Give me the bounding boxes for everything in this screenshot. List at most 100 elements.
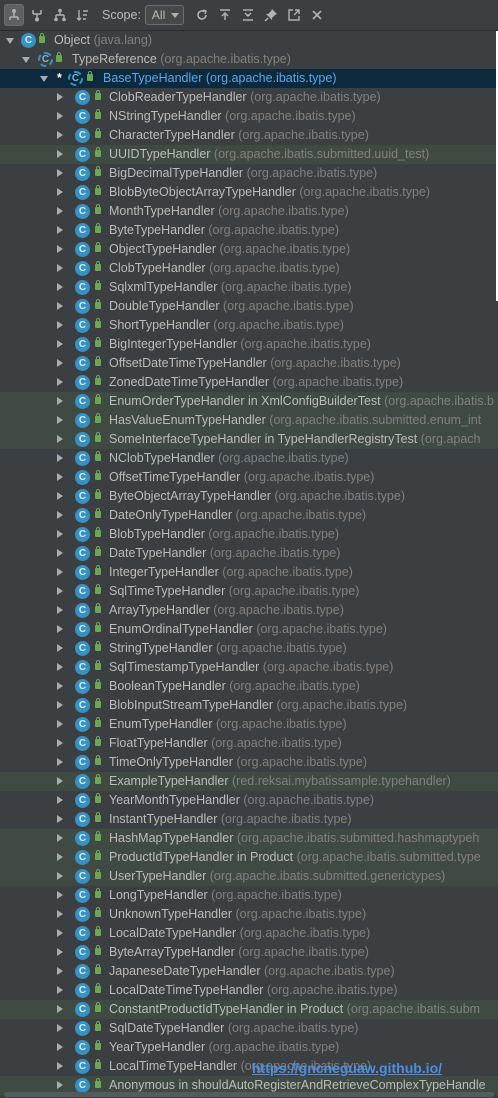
tree-row[interactable]: C ProductIdTypeHandler in Product (org.ap…	[0, 848, 498, 867]
tree-row[interactable]: C DateTypeHandler (org.apache.ibatis.type…	[0, 544, 498, 563]
expand-arrow-icon[interactable]	[57, 891, 63, 899]
tree-row[interactable]: C MonthTypeHandler (org.apache.ibatis.typ…	[0, 202, 498, 221]
expand-arrow-icon[interactable]	[57, 302, 63, 310]
close-button[interactable]	[307, 4, 327, 26]
expand-arrow-icon[interactable]	[57, 511, 63, 519]
expand-arrow-icon[interactable]	[57, 739, 63, 747]
subtypes-hierarchy-button[interactable]	[27, 4, 47, 26]
tree-row[interactable]: C DoubleTypeHandler (org.apache.ibatis.ty…	[0, 297, 498, 316]
tree-row[interactable]: C SqlTimeTypeHandler (org.apache.ibatis.t…	[0, 582, 498, 601]
tree-row[interactable]: C YearTypeHandler (org.apache.ibatis.type…	[0, 1038, 498, 1057]
tree-row[interactable]: C SomeInterfaceTypeHandler in TypeHandler…	[0, 430, 498, 449]
tree-row[interactable]: C SqlxmlTypeHandler (org.apache.ibatis.ty…	[0, 278, 498, 297]
expand-arrow-icon[interactable]	[57, 112, 63, 120]
expand-arrow-icon[interactable]	[57, 492, 63, 500]
expand-arrow-icon[interactable]	[57, 1081, 63, 1089]
expand-arrow-icon[interactable]	[57, 169, 63, 177]
expand-arrow-icon[interactable]	[57, 188, 63, 196]
tree-row[interactable]: C CharacterTypeHandler (org.apache.ibatis…	[0, 126, 498, 145]
tree-row[interactable]: C HashMapTypeHandler (org.apache.ibatis.s…	[0, 829, 498, 848]
tree-row-typereference[interactable]: C TypeReference (org.apache.ibatis.type)	[0, 50, 498, 69]
expand-arrow-icon[interactable]	[57, 701, 63, 709]
tree-row[interactable]: C LongTypeHandler (org.apache.ibatis.type…	[0, 886, 498, 905]
expand-arrow-icon[interactable]	[57, 131, 63, 139]
tree-row[interactable]: C EnumOrderTypeHandler in XmlConfigBuilde…	[0, 392, 498, 411]
collapse-all-button[interactable]	[238, 4, 258, 26]
pin-button[interactable]	[261, 4, 281, 26]
tree-row[interactable]: C BooleanTypeHandler (org.apache.ibatis.t…	[0, 677, 498, 696]
expand-arrow-icon[interactable]	[57, 606, 63, 614]
expand-arrow-icon[interactable]	[57, 264, 63, 272]
tree-row[interactable]: C BlobInputStreamTypeHandler (org.apache.…	[0, 696, 498, 715]
tree-row[interactable]: C UUIDTypeHandler (org.apache.ibatis.subm…	[0, 145, 498, 164]
autoscroll-to-source-button[interactable]	[215, 4, 235, 26]
expand-arrow-icon[interactable]	[57, 1043, 63, 1051]
expand-arrow-icon[interactable]	[57, 967, 63, 975]
tree-row[interactable]: C OffsetDateTimeTypeHandler (org.apache.i…	[0, 354, 498, 373]
tree-row[interactable]: C SqlTimestampTypeHandler (org.apache.iba…	[0, 658, 498, 677]
tree-row[interactable]: C InstantTypeHandler (org.apache.ibatis.t…	[0, 810, 498, 829]
tree-row[interactable]: C IntegerTypeHandler (org.apache.ibatis.t…	[0, 563, 498, 582]
expand-arrow-icon[interactable]	[57, 1024, 63, 1032]
tree-row[interactable]: C ByteObjectArrayTypeHandler (org.apache.…	[0, 487, 498, 506]
horizontal-scrollbar[interactable]	[4, 1092, 494, 1097]
expand-arrow-icon[interactable]	[57, 454, 63, 462]
tree-row[interactable]: C OffsetTimeTypeHandler (org.apache.ibati…	[0, 468, 498, 487]
expand-arrow-icon[interactable]	[22, 57, 30, 63]
expand-arrow-icon[interactable]	[57, 568, 63, 576]
expand-arrow-icon[interactable]	[57, 815, 63, 823]
tree-row[interactable]: C UserTypeHandler (org.apache.ibatis.subm…	[0, 867, 498, 886]
tree-row[interactable]: C EnumTypeHandler (org.apache.ibatis.type…	[0, 715, 498, 734]
open-in-editor-button[interactable]	[284, 4, 304, 26]
expand-arrow-icon[interactable]	[57, 644, 63, 652]
tree-row[interactable]: C ObjectTypeHandler (org.apache.ibatis.ty…	[0, 240, 498, 259]
expand-arrow-icon[interactable]	[40, 76, 48, 82]
expand-arrow-icon[interactable]	[57, 1005, 63, 1013]
expand-arrow-icon[interactable]	[57, 777, 63, 785]
tree-row[interactable]: C EnumOrdinalTypeHandler (org.apache.ibat…	[0, 620, 498, 639]
scope-dropdown[interactable]: All	[144, 5, 185, 25]
expand-arrow-icon[interactable]	[57, 910, 63, 918]
tree-row[interactable]: C UnknownTypeHandler (org.apache.ibatis.t…	[0, 905, 498, 924]
tree-row[interactable]: C HasValueEnumTypeHandler (org.apache.iba…	[0, 411, 498, 430]
expand-arrow-icon[interactable]	[57, 587, 63, 595]
expand-arrow-icon[interactable]	[57, 720, 63, 728]
expand-arrow-icon[interactable]	[57, 207, 63, 215]
tree-row[interactable]: C BigDecimalTypeHandler (org.apache.ibati…	[0, 164, 498, 183]
expand-arrow-icon[interactable]	[57, 340, 63, 348]
tree-row[interactable]: C BlobTypeHandler (org.apache.ibatis.type…	[0, 525, 498, 544]
expand-arrow-icon[interactable]	[57, 663, 63, 671]
expand-arrow-icon[interactable]	[57, 986, 63, 994]
supertypes-hierarchy-button[interactable]	[4, 4, 24, 26]
tree-row[interactable]: C YearMonthTypeHandler (org.apache.ibatis…	[0, 791, 498, 810]
expand-arrow-icon[interactable]	[57, 758, 63, 766]
tree-row[interactable]: C FloatTypeHandler (org.apache.ibatis.typ…	[0, 734, 498, 753]
tree-row[interactable]: C ConstantProductIdTypeHandler in Product…	[0, 1000, 498, 1019]
tree-row[interactable]: C NClobTypeHandler (org.apache.ibatis.typ…	[0, 449, 498, 468]
expand-arrow-icon[interactable]	[57, 625, 63, 633]
expand-arrow-icon[interactable]	[57, 796, 63, 804]
tree-row[interactable]: C NStringTypeHandler (org.apache.ibatis.t…	[0, 107, 498, 126]
tree-row[interactable]: C ArrayTypeHandler (org.apache.ibatis.typ…	[0, 601, 498, 620]
expand-arrow-icon[interactable]	[57, 530, 63, 538]
tree-row[interactable]: C ZonedDateTimeTypeHandler (org.apache.ib…	[0, 373, 498, 392]
tree-row[interactable]: C ClobReaderTypeHandler (org.apache.ibati…	[0, 88, 498, 107]
sort-alphabetically-button[interactable]	[73, 4, 93, 26]
tree-row[interactable]: C ClobTypeHandler (org.apache.ibatis.type…	[0, 259, 498, 278]
expand-arrow-icon[interactable]	[57, 435, 63, 443]
tree-row[interactable]: C ExampleTypeHandler (red.reksai.mybatiss…	[0, 772, 498, 791]
tree-row[interactable]: C DateOnlyTypeHandler (org.apache.ibatis.…	[0, 506, 498, 525]
tree-row[interactable]: C ByteTypeHandler (org.apache.ibatis.type…	[0, 221, 498, 240]
expand-arrow-icon[interactable]	[57, 93, 63, 101]
expand-arrow-icon[interactable]	[57, 929, 63, 937]
tree-row[interactable]: C StringTypeHandler (org.apache.ibatis.ty…	[0, 639, 498, 658]
tree-row-basetypehandler[interactable]: * C BaseTypeHandler (org.apache.ibatis.t…	[0, 69, 498, 88]
expand-arrow-icon[interactable]	[57, 473, 63, 481]
expand-arrow-icon[interactable]	[57, 283, 63, 291]
tree-row[interactable]: C LocalDateTimeTypeHandler (org.apache.ib…	[0, 981, 498, 1000]
expand-arrow-icon[interactable]	[57, 245, 63, 253]
expand-arrow-icon[interactable]	[57, 416, 63, 424]
class-hierarchy-button[interactable]	[50, 4, 70, 26]
expand-arrow-icon[interactable]	[57, 378, 63, 386]
expand-arrow-icon[interactable]	[57, 226, 63, 234]
